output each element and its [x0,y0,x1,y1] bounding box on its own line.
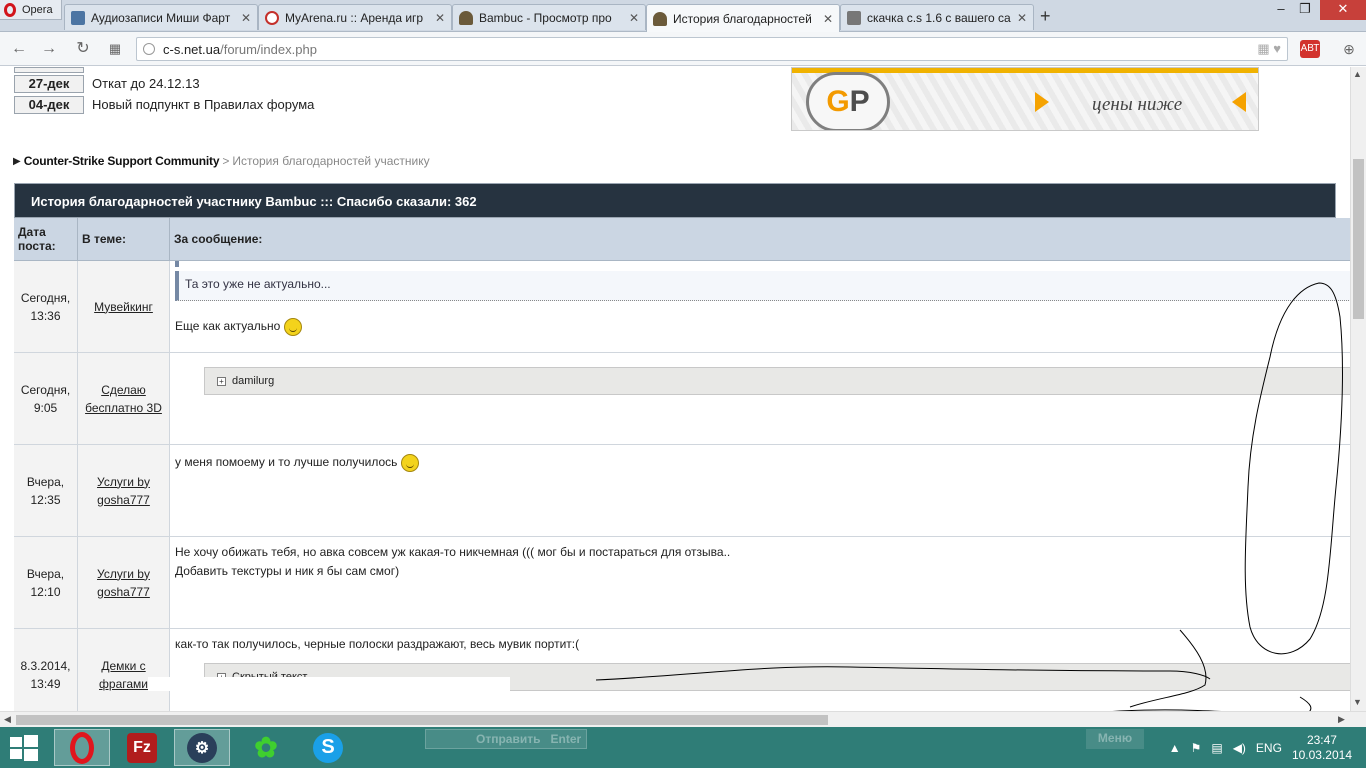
opera-icon [70,731,94,764]
back-arrow-icon[interactable]: ← [8,39,30,59]
tab-title: MyArena.ru :: Аренда игр [285,10,424,25]
ghost-reply-button: Отправить Enter [425,729,587,749]
speed-dial-grid-icon[interactable]: ▦ [104,39,126,59]
scroll-right-icon[interactable]: ▶ [1338,714,1345,725]
close-icon[interactable]: ✕ [1017,11,1027,25]
tab-myarena[interactable]: MyArena.ru :: Аренда игр ✕ [258,4,452,30]
gamepad-icon [847,10,861,25]
skype-icon: S [313,732,343,763]
forward-arrow-icon[interactable]: → [38,39,60,59]
scribble-drawing [595,282,1344,711]
taskbar-icq[interactable]: ✿ [238,729,294,766]
tab-title: Bambuc - Просмотр про [479,10,612,25]
horizontal-scroll-thumb[interactable] [16,715,828,725]
icq-flower-icon: ✿ [254,732,278,763]
vk-audio-icon [71,10,85,25]
taskbar-opera[interactable] [54,729,110,766]
horizontal-scrollbar[interactable]: ◀ ▶ [0,711,1366,727]
vertical-scroll-thumb[interactable] [1353,159,1364,319]
close-icon[interactable]: ✕ [629,11,639,25]
clock-date: 10.03.2014 [1291,747,1352,762]
heart-bookmark-icon[interactable]: ▦ ♥ [1257,41,1281,57]
steam-icon: ⚙ [187,732,217,763]
taskbar-steam[interactable]: ⚙ [174,729,230,766]
cs-soldier-icon [459,10,473,25]
maximize-button[interactable]: ❐ [1290,0,1320,20]
volume-icon[interactable]: ◀) [1233,741,1246,755]
flag-icon[interactable]: ⚑ [1191,741,1202,755]
network-icon[interactable]: ▤ [1211,741,1222,755]
scroll-left-icon[interactable]: ◀ [4,714,11,725]
taskbar-skype[interactable]: S [300,729,356,766]
opera-logo-icon [4,2,16,17]
opera-menu-label: Opera [22,3,53,16]
opera-menu-button[interactable]: Opera [0,0,62,20]
new-tab-button[interactable]: + [1040,6,1051,27]
ghost-menu-button: Меню [1086,729,1144,749]
taskbar-filezilla[interactable]: Fz [114,729,170,766]
browser-tab-bar: Opera Аудиозаписи Миши Фарт ✕ MyArena.ru… [0,0,1366,32]
tab-thanks-history[interactable]: История благодарностей ✕ [646,4,840,32]
windows-taskbar: Отправить Enter Меню Fz ⚙ ✿ S ▲ ⚑ ▤ ◀) E… [0,727,1366,768]
close-icon[interactable]: ✕ [823,12,833,26]
scroll-down-icon[interactable]: ▼ [1353,697,1362,707]
language-indicator[interactable]: ENG [1256,741,1282,755]
address-host: c-s.net.ua [163,41,221,57]
clock-time: 23:47 [1306,732,1337,747]
reload-icon[interactable]: ↻ [72,39,94,59]
tab-cs-download[interactable]: скачка c.s 1.6 с вашего са ✕ [840,4,1034,30]
myarena-icon [265,10,279,25]
scroll-up-icon[interactable]: ▲ [1353,69,1362,79]
address-bar[interactable]: c-s.net.ua/forum/index.php ▦ ♥ [136,37,1288,61]
system-tray: ▲ ⚑ ▤ ◀) ENG 23:47 10.03.2014 [1169,727,1366,768]
tab-title: Аудиозаписи Миши Фарт [91,10,231,25]
tab-title: скачка c.s 1.6 с вашего са [867,10,1011,25]
browser-toolbar: ← → ↻ ▦ c-s.net.ua/forum/index.php ▦ ♥ А… [0,32,1366,66]
site-info-icon[interactable] [143,43,155,55]
cs-soldier-icon [653,11,667,26]
filezilla-icon: Fz [127,732,157,763]
download-icon[interactable]: ⊕ [1338,39,1360,59]
tab-title: История благодарностей [673,11,812,26]
ext-badge-label: АВТ [1300,43,1320,54]
close-icon[interactable]: ✕ [241,11,251,25]
tab-audio[interactable]: Аудиозаписи Миши Фарт ✕ [64,4,258,30]
tray-expand-icon[interactable]: ▲ [1169,741,1181,755]
windows-start-icon[interactable] [10,735,38,761]
vertical-scrollbar[interactable]: ▲ ▼ [1350,67,1366,711]
page-viewport: 27-дек Откат до 24.12.13 04-дек Новый по… [0,67,1350,711]
window-close-button[interactable]: ✕ [1320,0,1366,20]
tab-bambuc-profile[interactable]: Bambuc - Просмотр про ✕ [452,4,646,30]
adblock-extension-icon[interactable]: АВТ [1300,40,1320,58]
clock[interactable]: 23:47 10.03.2014 [1292,733,1352,763]
close-icon[interactable]: ✕ [435,11,445,25]
address-path: /forum/index.php [220,41,317,57]
